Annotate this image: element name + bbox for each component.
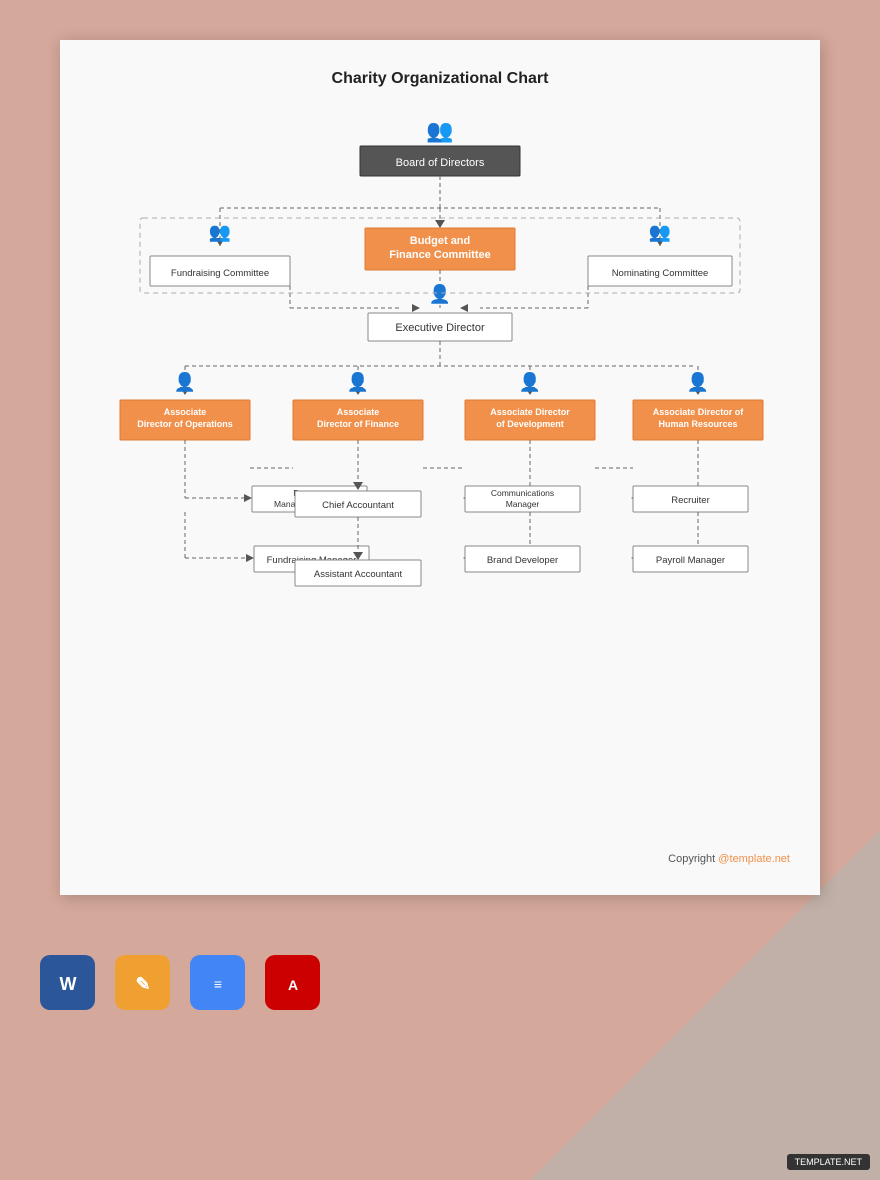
svg-text:A: A <box>287 977 297 993</box>
board-label: Board of Directors <box>396 157 485 169</box>
cm-label-1: Communications <box>491 488 554 498</box>
arrow-budget <box>435 220 445 228</box>
arr-pm <box>244 494 252 502</box>
exec-label: Executive Director <box>395 322 485 334</box>
recruiter-label: Recruiter <box>671 495 710 506</box>
ad-hr-label-2: Human Resources <box>658 419 737 429</box>
aa-label: Assistant Accountant <box>314 569 403 580</box>
svg-text:W: W <box>59 974 76 994</box>
arr-fm <box>246 554 254 562</box>
svg-text:≡: ≡ <box>213 976 221 992</box>
arrow-exec-right <box>460 304 468 312</box>
bottom-icons-bar: W ✎ ≡ A <box>0 935 880 1030</box>
page-container: Charity Organizational Chart 👥 Board of … <box>60 40 820 895</box>
dev-icon: 👤 <box>519 371 541 392</box>
bd-label: Brand Developer <box>487 555 558 566</box>
copyright: Copyright @template.net <box>80 853 800 865</box>
payroll-label: Payroll Manager <box>656 555 725 566</box>
arrow-exec-left <box>412 304 420 312</box>
fin-icon: 👤 <box>347 371 369 392</box>
ad-dev-label-2: of Development <box>496 419 564 429</box>
org-chart-svg: 👥 Board of Directors 👥 Fundraising Commi… <box>90 108 790 838</box>
ad-fin-label-1: Associate <box>337 407 380 417</box>
org-chart: 👥 Board of Directors 👥 Fundraising Commi… <box>80 108 800 838</box>
google-docs-icon[interactable]: ≡ <box>190 955 245 1010</box>
board-icon: 👥 <box>426 118 453 143</box>
template-badge: TEMPLATE.NET <box>787 1154 870 1170</box>
acrobat-icon[interactable]: A <box>265 955 320 1010</box>
chief-label: Chief Accountant <box>322 500 394 511</box>
fundraising-icon: 👥 <box>209 222 231 242</box>
ad-fin-label-2: Director of Finance <box>317 419 399 429</box>
svg-text:✎: ✎ <box>135 974 150 994</box>
ops-icon: 👤 <box>174 371 196 392</box>
budget-label-1: Budget and <box>410 235 471 247</box>
budget-label-2: Finance Committee <box>389 249 490 261</box>
word-icon[interactable]: W <box>40 955 95 1010</box>
ad-ops-label-1: Associate <box>164 407 207 417</box>
nominating-icon: 👥 <box>649 222 671 242</box>
ad-ops-label-2: Director of Operations <box>137 419 233 429</box>
ad-hr-label-1: Associate Director of <box>653 407 745 417</box>
pages-icon[interactable]: ✎ <box>115 955 170 1010</box>
nominating-label: Nominating Committee <box>612 268 709 279</box>
cm-label-2: Manager <box>506 499 540 509</box>
chart-title: Charity Organizational Chart <box>80 70 800 88</box>
fundraising-label: Fundraising Committee <box>171 268 269 279</box>
exec-icon: 👤 <box>429 283 451 304</box>
copyright-link: @template.net <box>718 853 790 865</box>
hr-icon: 👤 <box>687 371 709 392</box>
ad-dev-label-1: Associate Director <box>490 407 570 417</box>
